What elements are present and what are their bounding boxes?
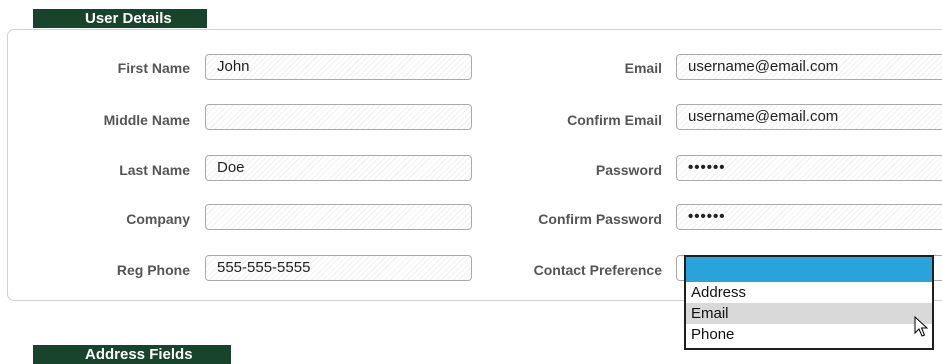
- dropdown-option-address[interactable]: Address: [686, 282, 932, 303]
- company-input[interactable]: [205, 204, 472, 230]
- password-input[interactable]: ••••••: [676, 155, 942, 181]
- first-name-input[interactable]: John: [205, 54, 472, 80]
- label-first-name: First Name: [117, 60, 190, 76]
- mouse-pointer-icon: [914, 316, 928, 337]
- label-middle-name: Middle Name: [103, 112, 190, 128]
- confirm-password-input[interactable]: ••••••: [676, 204, 942, 230]
- dropdown-option-email[interactable]: Email: [686, 303, 932, 324]
- label-contact-preference: Contact Preference: [533, 262, 662, 278]
- label-company: Company: [126, 211, 190, 227]
- last-name-input[interactable]: Doe: [205, 155, 472, 181]
- label-last-name: Last Name: [119, 162, 190, 178]
- label-confirm-email: Confirm Email: [567, 112, 662, 128]
- label-email: Email: [624, 60, 662, 76]
- label-confirm-password: Confirm Password: [538, 211, 662, 227]
- label-reg-phone: Reg Phone: [116, 262, 190, 278]
- reg-phone-input[interactable]: 555-555-5555: [205, 255, 472, 281]
- dropdown-option-empty-selected[interactable]: [686, 257, 932, 282]
- email-input[interactable]: username@email.com: [676, 54, 942, 80]
- confirm-email-input[interactable]: username@email.com: [676, 104, 942, 130]
- dropdown-option-phone[interactable]: Phone: [686, 324, 932, 345]
- middle-name-input[interactable]: [205, 104, 472, 130]
- section-tab-user-details: User Details: [33, 9, 207, 28]
- label-password: Password: [595, 162, 662, 178]
- contact-preference-dropdown: Address Email Phone: [684, 255, 934, 350]
- section-tab-address-fields: Address Fields: [33, 345, 231, 364]
